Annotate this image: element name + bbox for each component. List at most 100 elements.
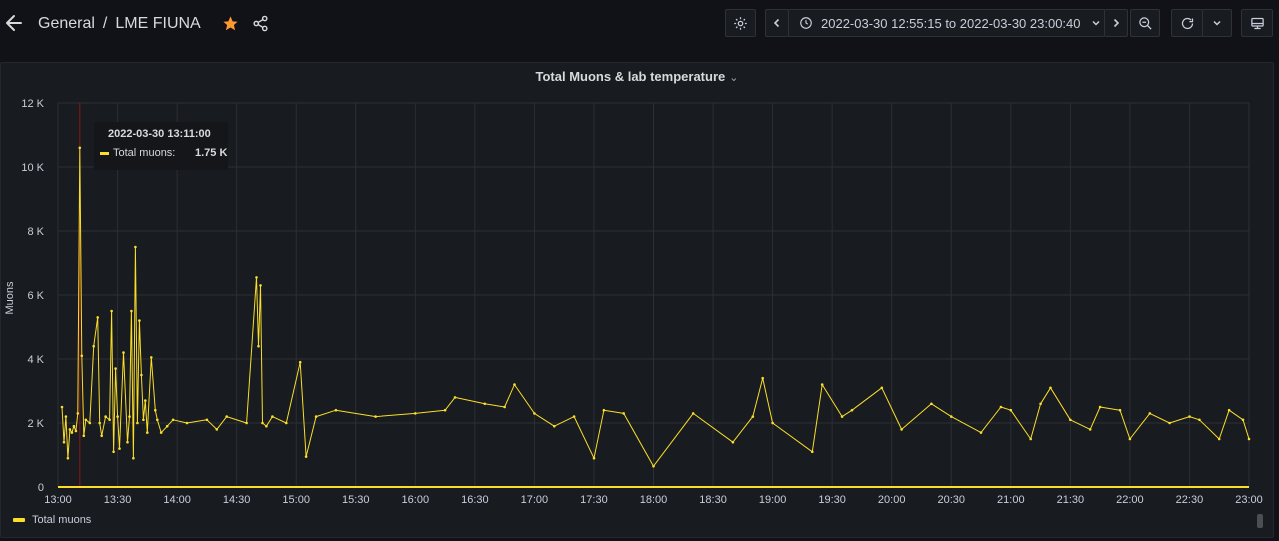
data-point (156, 418, 159, 422)
x-tick-label: 14:30 (223, 494, 251, 506)
data-point (1118, 408, 1122, 412)
series-line-total-muons (61, 147, 1250, 467)
y-axis-title: Muons (4, 281, 16, 315)
y-tick-label: 12 K (21, 98, 44, 110)
data-point (1049, 386, 1052, 390)
data-point (271, 415, 274, 418)
data-point (771, 421, 774, 425)
data-point (1168, 421, 1171, 425)
dashboard-nav-bar: General / LME FIUNA 2022-03-30 12:55:15 to… (0, 0, 1279, 48)
tooltip-time: 2022-03-30 13:11:00 (108, 128, 211, 140)
breadcrumb-folder[interactable]: General (38, 15, 95, 32)
x-tick-label: 19:30 (818, 494, 846, 506)
data-point (811, 450, 814, 454)
data-point (930, 402, 933, 406)
data-point (453, 396, 457, 399)
back-button[interactable] (4, 13, 24, 33)
data-point (999, 405, 1003, 409)
data-point (1029, 437, 1032, 441)
x-tick-label: 21:30 (1057, 494, 1085, 506)
y-tick-label: 0 (38, 482, 44, 494)
dashboard-settings-button[interactable] (725, 9, 756, 37)
data-point (84, 418, 88, 422)
data-point (138, 319, 141, 322)
data-point (314, 415, 318, 418)
data-point (165, 424, 169, 428)
data-point (122, 351, 125, 354)
x-tick-label: 22:30 (1176, 494, 1204, 506)
tooltip-row: Total muons: 1.75 K (100, 147, 227, 159)
data-point (74, 429, 78, 433)
data-point (334, 408, 338, 412)
data-point (503, 405, 506, 409)
data-point (72, 424, 76, 428)
data-point (64, 415, 68, 418)
data-point (261, 421, 264, 425)
data-point (761, 376, 764, 380)
x-tick-label: 20:30 (937, 494, 965, 506)
x-tick-label: 13:00 (44, 494, 72, 506)
data-point (1227, 408, 1231, 412)
data-point (533, 412, 536, 415)
data-point (159, 431, 163, 434)
clock-icon (800, 17, 812, 29)
data-point (132, 456, 135, 460)
time-range-picker[interactable]: 2022-03-30 12:55:15 to 2022-03-30 23:00:… (788, 9, 1105, 37)
data-point (1039, 402, 1042, 406)
data-point (1241, 418, 1245, 422)
arrow-left-icon (6, 15, 22, 31)
data-point (553, 424, 556, 428)
share-button[interactable] (252, 15, 269, 32)
x-tick-label: 16:30 (461, 494, 489, 506)
data-point (1247, 437, 1251, 441)
data-point (298, 360, 302, 364)
data-point (62, 440, 66, 444)
data-point (114, 367, 117, 370)
data-point (572, 415, 576, 418)
data-point (880, 386, 884, 390)
legend-item-total-muons[interactable]: Total muons (13, 514, 91, 526)
refresh-interval-dropdown[interactable] (1202, 9, 1232, 37)
data-point (76, 412, 80, 415)
x-tick-label: 16:00 (402, 494, 430, 506)
data-point (1148, 412, 1152, 415)
data-point (92, 344, 95, 348)
tooltip-value: 1.75 K (195, 147, 228, 159)
legend-label: Total muons (32, 514, 92, 526)
data-point (150, 356, 153, 359)
legend-scrollbar[interactable] (1257, 514, 1263, 528)
data-point (146, 431, 149, 434)
x-tick-label: 23:00 (1235, 494, 1263, 506)
data-point (140, 373, 143, 377)
gear-icon (734, 16, 747, 30)
time-shift-forward-button[interactable] (1104, 9, 1128, 37)
data-point (68, 428, 72, 431)
data-point (96, 316, 99, 319)
data-point (82, 434, 86, 438)
data-point (110, 309, 113, 313)
data-point (622, 412, 625, 415)
refresh-button[interactable] (1171, 9, 1203, 37)
dashboard-title[interactable]: LME FIUNA (115, 15, 200, 32)
data-point (820, 383, 824, 386)
data-point (592, 456, 596, 460)
zoom-out-button[interactable] (1130, 9, 1160, 37)
data-point (88, 421, 92, 425)
hover-tooltip: 2022-03-30 13:11:00 Total muons: 1.75 K (94, 122, 228, 170)
data-point (245, 421, 248, 425)
data-point (100, 434, 103, 438)
data-point (1198, 418, 1201, 422)
favorite-button[interactable] (222, 15, 239, 32)
time-shift-back-button[interactable] (765, 9, 789, 37)
y-tick-label: 6 K (27, 290, 44, 302)
data-point (70, 431, 74, 434)
data-point (98, 421, 101, 425)
time-range-label: 2022-03-30 12:55:15 to 2022-03-30 23:00:… (821, 15, 1081, 31)
data-point (513, 383, 516, 386)
tooltip-series-name: Total muons: (113, 147, 176, 159)
data-point (652, 464, 655, 468)
data-point (1188, 415, 1191, 418)
tv-mode-button[interactable] (1241, 9, 1273, 37)
x-tick-label: 17:30 (580, 494, 608, 506)
data-point (60, 405, 64, 409)
